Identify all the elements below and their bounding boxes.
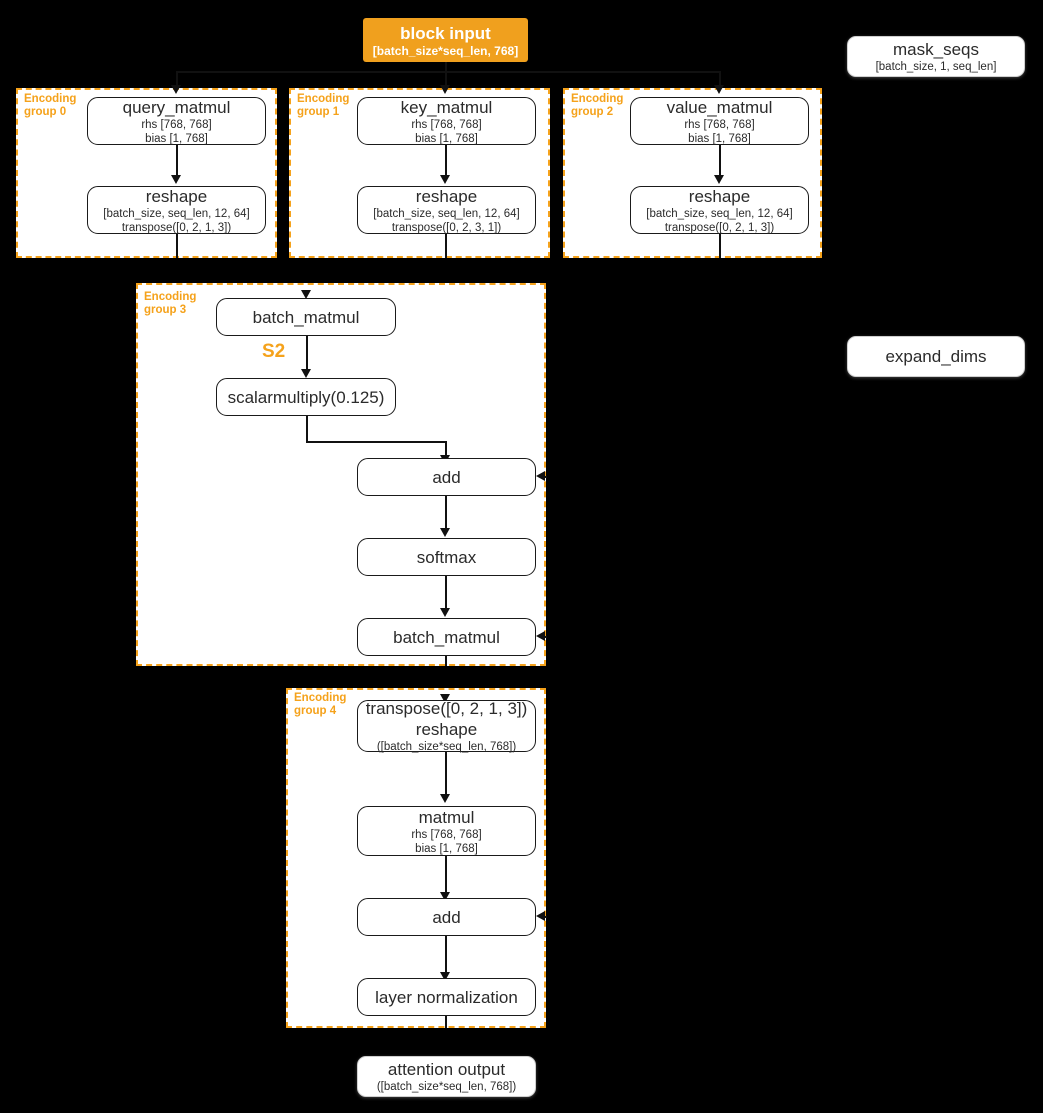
node-subtitle: [batch_size, 1, seq_len] — [875, 61, 997, 73]
group-label-0: Encoding group 0 — [24, 93, 77, 118]
node-title: reshape — [415, 186, 478, 206]
node-title: softmax — [416, 547, 477, 567]
arrowhead-residual-into-add — [536, 911, 545, 921]
node-title: query_matmul — [122, 97, 231, 117]
node-layer-normalization[interactable]: layer normalization — [357, 978, 536, 1016]
node-subtitle-rhs: rhs [768, 768] — [141, 118, 212, 131]
node-query-reshape[interactable]: reshape [batch_size, seq_len, 12, 64] tr… — [87, 186, 266, 234]
group-label-4: Encoding group 4 — [294, 692, 347, 717]
node-subtitle-shape: [batch_size, seq_len, 12, 64] — [646, 207, 793, 220]
node-title: layer normalization — [375, 987, 518, 1007]
node-add-2[interactable]: add — [357, 898, 536, 936]
node-subtitle-transpose: transpose([0, 2, 1, 3]) — [664, 221, 775, 234]
arrowhead-to-value — [714, 85, 724, 94]
edge-value-to-reshape — [719, 145, 721, 177]
node-matmul[interactable]: matmul rhs [768, 768] bias [1, 768] — [357, 806, 536, 856]
node-title: add — [432, 467, 461, 487]
edge-mask-into-add — [545, 476, 547, 478]
node-subtitle-rhs: rhs [768, 768] — [411, 118, 482, 131]
edge-transpose-to-matmul — [445, 752, 447, 796]
arrowhead-scalarmultiply — [301, 369, 311, 378]
arrowhead-value-into-batchmatmul — [536, 631, 545, 641]
arrowhead-to-query — [171, 85, 181, 94]
arrowhead-matmul — [440, 794, 450, 803]
node-key-reshape[interactable]: reshape [batch_size, seq_len, 12, 64] tr… — [357, 186, 536, 234]
edge-key-to-reshape — [445, 145, 447, 177]
node-mask-seqs[interactable]: mask_seqs [batch_size, 1, seq_len] — [847, 36, 1025, 77]
node-title: scalarmultiply(0.125) — [227, 387, 385, 407]
arrowhead-softmax — [440, 528, 450, 537]
edge-value-into-batchmatmul — [545, 636, 547, 638]
edge-add-to-softmax — [445, 496, 447, 530]
node-title: add — [432, 907, 461, 927]
node-subtitle-bias: bias [1, 768] — [688, 132, 751, 145]
node-title: key_matmul — [400, 97, 493, 117]
group-label-2: Encoding group 2 — [571, 93, 624, 118]
node-query-matmul[interactable]: query_matmul rhs [768, 768] bias [1, 768… — [87, 97, 266, 145]
group-label-1: Encoding group 1 — [297, 93, 350, 118]
edge-batchmatmul2-tail — [445, 656, 447, 666]
node-title: mask_seqs — [893, 40, 979, 59]
node-batch-matmul-1[interactable]: batch_matmul — [216, 298, 396, 336]
node-subtitle-rhs: rhs [768, 768] — [684, 118, 755, 131]
node-title: block input — [400, 23, 491, 43]
edge-add-to-layernorm — [445, 936, 447, 974]
node-softmax[interactable]: softmax — [357, 538, 536, 576]
edge-layernorm-tail — [445, 1016, 447, 1028]
edge-query-to-reshape — [176, 145, 178, 177]
node-title: transpose([0, 2, 1, 3]) — [365, 699, 528, 718]
arrowhead-batch-matmul-2 — [440, 608, 450, 617]
edge-residual-into-add — [545, 916, 547, 918]
node-subtitle-bias: bias [1, 768] — [145, 132, 208, 145]
edge-scalarmult-down — [306, 416, 308, 442]
group-label-3: Encoding group 3 — [144, 291, 197, 316]
node-block-input[interactable]: block input [batch_size*seq_len, 768] — [363, 18, 528, 62]
node-expand-dims[interactable]: expand_dims — [847, 336, 1025, 377]
node-subtitle-rhs: rhs [768, 768] — [411, 828, 482, 841]
node-subtitle: ([batch_size*seq_len, 768]) — [376, 741, 517, 753]
edge-scalarmult-across — [306, 441, 447, 443]
node-subtitle-transpose: transpose([0, 2, 1, 3]) — [121, 221, 232, 234]
node-title: matmul — [418, 807, 475, 827]
node-subtitle-shape: [batch_size, seq_len, 12, 64] — [103, 207, 250, 220]
node-subtitle: [batch_size*seq_len, 768] — [372, 43, 519, 58]
node-add-1[interactable]: add — [357, 458, 536, 496]
node-attention-output[interactable]: attention output ([batch_size*seq_len, 7… — [357, 1056, 536, 1097]
node-title: reshape — [688, 186, 751, 206]
node-title: batch_matmul — [393, 627, 500, 647]
arrowhead-query-reshape — [171, 175, 181, 184]
diagram-canvas: block input [batch_size*seq_len, 768] ma… — [0, 0, 1043, 1113]
arrowhead-key-reshape — [440, 175, 450, 184]
edge-input-fanout — [176, 71, 721, 73]
node-title: expand_dims — [885, 347, 987, 366]
node-value-matmul[interactable]: value_matmul rhs [768, 768] bias [1, 768… — [630, 97, 809, 145]
node-title: batch_matmul — [252, 307, 360, 327]
arrowhead-to-key — [440, 85, 450, 94]
node-title-secondary: reshape — [415, 720, 478, 739]
node-value-reshape[interactable]: reshape [batch_size, seq_len, 12, 64] tr… — [630, 186, 809, 234]
node-title: value_matmul — [666, 97, 773, 117]
node-title: attention output — [387, 1060, 506, 1079]
node-subtitle-transpose: transpose([0, 2, 3, 1]) — [391, 221, 502, 234]
edge-value-reshape-tail — [719, 234, 721, 258]
node-scalarmultiply[interactable]: scalarmultiply(0.125) — [216, 378, 396, 416]
node-title: reshape — [145, 186, 208, 206]
node-subtitle-shape: [batch_size, seq_len, 12, 64] — [373, 207, 520, 220]
node-transpose-reshape[interactable]: transpose([0, 2, 1, 3]) reshape ([batch_… — [357, 699, 536, 753]
edge-label-s2: S2 — [262, 341, 286, 362]
edge-batchmatmul-to-scalarmultiply — [306, 336, 308, 372]
edge-query-reshape-tail — [176, 234, 178, 258]
edge-softmax-to-batchmatmul — [445, 576, 447, 610]
node-subtitle-bias: bias [1, 768] — [415, 132, 478, 145]
node-subtitle-bias: bias [1, 768] — [415, 842, 478, 855]
node-key-matmul[interactable]: key_matmul rhs [768, 768] bias [1, 768] — [357, 97, 536, 145]
edge-key-reshape-tail — [445, 234, 447, 258]
edge-matmul-to-add — [445, 856, 447, 894]
arrowhead-mask-into-add — [536, 471, 545, 481]
node-subtitle: ([batch_size*seq_len, 768]) — [376, 1081, 517, 1093]
arrowhead-value-reshape — [714, 175, 724, 184]
node-batch-matmul-2[interactable]: batch_matmul — [357, 618, 536, 656]
